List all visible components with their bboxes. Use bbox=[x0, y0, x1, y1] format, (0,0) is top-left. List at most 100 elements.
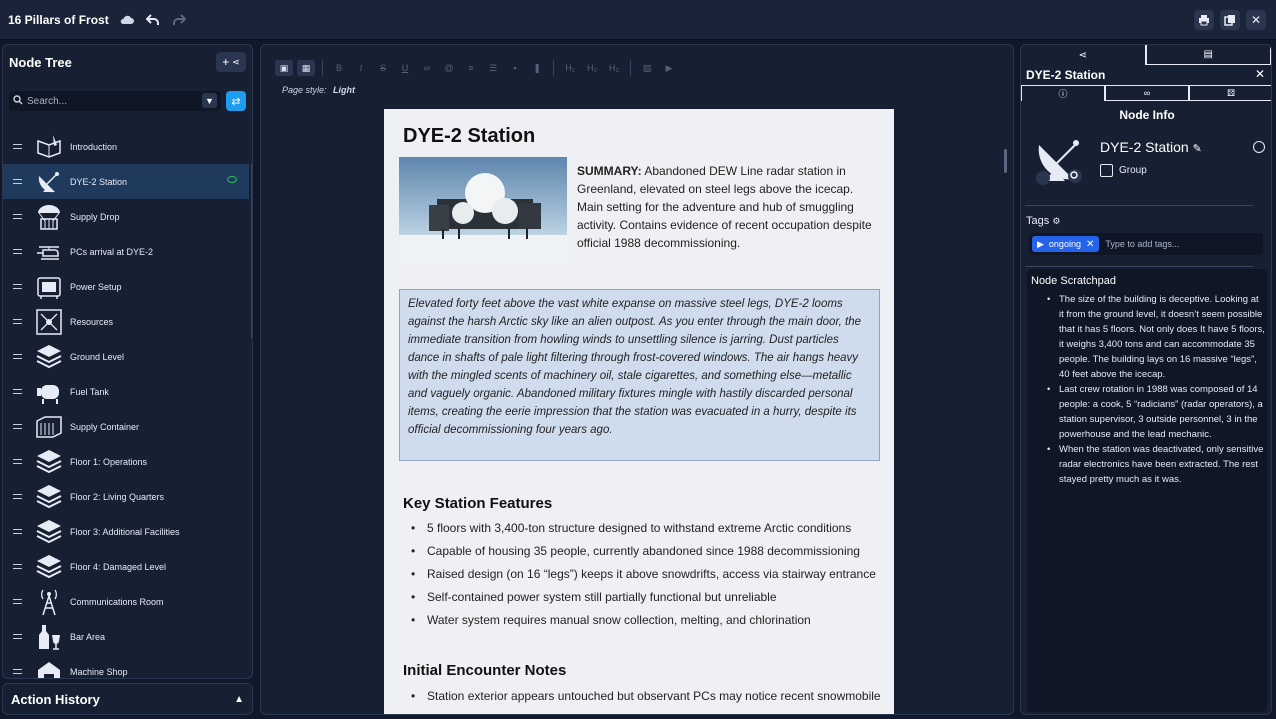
tree-item-dye-2-station[interactable]: DYE-2 Station bbox=[3, 164, 249, 199]
tree-item-supply-drop[interactable]: Supply Drop bbox=[3, 199, 249, 234]
features-list: 5 floors with 3,400-ton structure design… bbox=[409, 517, 876, 632]
image-block-icon[interactable]: ▪ bbox=[506, 60, 524, 76]
link-icon[interactable]: ∞ bbox=[418, 60, 436, 76]
station-photo[interactable] bbox=[399, 157, 567, 262]
tags-input[interactable]: ▶ ongoing ✕ Type to add tags... bbox=[1029, 233, 1263, 255]
bold-icon[interactable]: B bbox=[330, 60, 348, 76]
tree-item-ground-level[interactable]: Ground Level bbox=[3, 339, 249, 374]
drag-handle-icon[interactable] bbox=[13, 669, 22, 674]
tree-item-label: Bar Area bbox=[70, 631, 106, 642]
node-tree-panel: Node Tree + ⋖ Search... ▼ ⇄ Introduction … bbox=[2, 44, 253, 679]
tree-item-fuel-tank[interactable]: Fuel Tank bbox=[3, 374, 249, 409]
cloud-icon[interactable] bbox=[117, 10, 137, 30]
gear-icon[interactable]: ⚙ bbox=[1052, 216, 1060, 226]
tab-assets[interactable]: ⚄ bbox=[1189, 85, 1271, 101]
list-item: Self-contained power system still partia… bbox=[409, 586, 876, 609]
tree-item-floor-4[interactable]: Floor 4: Damaged Level bbox=[3, 549, 249, 584]
tree-item-supply-container[interactable]: Supply Container bbox=[3, 409, 249, 444]
redo-icon[interactable] bbox=[169, 10, 189, 30]
drag-handle-icon[interactable] bbox=[13, 634, 22, 639]
tab-info[interactable]: ⓘ bbox=[1021, 85, 1105, 101]
radar-dish-icon[interactable] bbox=[1031, 131, 1087, 187]
insert-video-icon[interactable]: ▶ bbox=[660, 60, 678, 76]
strikethrough-icon[interactable]: S bbox=[374, 60, 392, 76]
page-style[interactable]: Page style: Light bbox=[282, 85, 355, 95]
document-page[interactable]: DYE-2 Station SUMMARY: Abandoned DEW Lin… bbox=[384, 109, 894, 714]
workshop-icon bbox=[34, 657, 64, 678]
antenna-tower-icon bbox=[34, 587, 64, 617]
tree-item-label: Floor 4: Damaged Level bbox=[70, 561, 167, 572]
tree-item-pcs-arrival[interactable]: PCs arrival at DYE-2 bbox=[3, 234, 249, 269]
drag-handle-icon[interactable] bbox=[13, 354, 22, 359]
tree-scrollbar[interactable] bbox=[251, 163, 252, 339]
pencil-icon[interactable]: ✎ bbox=[1193, 143, 1202, 155]
node-scratchpad[interactable]: Node Scratchpad The size of the building… bbox=[1027, 269, 1267, 712]
tree-item-floor-1[interactable]: Floor 1: Operations bbox=[3, 444, 249, 479]
visibility-eye-icon[interactable] bbox=[227, 176, 237, 183]
book-quill-icon bbox=[34, 132, 64, 162]
node-name[interactable]: DYE-2 Station ✎ bbox=[1100, 139, 1202, 155]
tree-item-floor-3[interactable]: Floor 3: Additional Facilities bbox=[3, 514, 249, 549]
editor-panel: ▣ ▦ B I S U ∞ @ ≡ ☰ ▪ ❚ H₁ H₂ H₃ ▨ ▶ Pag… bbox=[260, 44, 1014, 715]
tree-item-communications-room[interactable]: Communications Room bbox=[3, 584, 249, 619]
italic-icon[interactable]: I bbox=[352, 60, 370, 76]
tag-label: ongoing bbox=[1048, 239, 1081, 249]
generator-icon bbox=[34, 272, 64, 302]
tags-label: Tags ⚙ bbox=[1026, 215, 1060, 227]
drag-handle-icon[interactable] bbox=[13, 389, 22, 394]
heading-1-icon[interactable]: H₁ bbox=[561, 60, 579, 76]
drag-handle-icon[interactable] bbox=[13, 144, 22, 149]
tag-chip[interactable]: ▶ ongoing ✕ bbox=[1032, 236, 1100, 252]
tree-item-label: DYE-2 Station bbox=[70, 176, 128, 187]
tree-item-bar-area[interactable]: Bar Area bbox=[3, 619, 249, 654]
tab-notes[interactable]: ▤ bbox=[1145, 45, 1271, 65]
drag-handle-icon[interactable] bbox=[13, 214, 22, 219]
locate-target-icon[interactable] bbox=[1253, 141, 1265, 153]
filter-icon[interactable]: ▼ bbox=[202, 93, 217, 108]
drag-handle-icon[interactable] bbox=[13, 319, 22, 324]
drag-handle-icon[interactable] bbox=[13, 179, 22, 184]
tree-item-power-setup[interactable]: Power Setup bbox=[3, 269, 249, 304]
action-history-panel[interactable]: Action History ▲ bbox=[2, 683, 253, 715]
tree-item-introduction[interactable]: Introduction bbox=[3, 129, 249, 164]
drag-handle-icon[interactable] bbox=[13, 424, 22, 429]
editor-scrollbar[interactable] bbox=[1004, 149, 1007, 173]
remove-tag-icon[interactable]: ✕ bbox=[1086, 239, 1094, 250]
heading-2-icon[interactable]: H₂ bbox=[583, 60, 601, 76]
app-title: 16 Pillars of Frost bbox=[8, 12, 109, 27]
chevron-up-icon[interactable]: ▲ bbox=[234, 694, 244, 705]
close-icon[interactable]: ✕ bbox=[1255, 67, 1265, 81]
add-node-button[interactable]: + ⋖ bbox=[216, 52, 246, 72]
tree-item-label: Floor 3: Additional Facilities bbox=[70, 526, 180, 537]
drag-handle-icon[interactable] bbox=[13, 459, 22, 464]
numbered-list-icon[interactable]: ☰ bbox=[484, 60, 502, 76]
tree-item-resources[interactable]: Resources bbox=[3, 304, 249, 339]
layout-mode-icon[interactable]: ▦ bbox=[297, 60, 315, 76]
tree-item-floor-2[interactable]: Floor 2: Living Quarters bbox=[3, 479, 249, 514]
tree-item-machine-shop[interactable]: Machine Shop bbox=[3, 654, 249, 678]
drag-handle-icon[interactable] bbox=[13, 564, 22, 569]
features-heading: Key Station Features bbox=[403, 495, 553, 512]
heading-3-icon[interactable]: H₃ bbox=[605, 60, 623, 76]
mention-icon[interactable]: @ bbox=[440, 60, 458, 76]
drag-handle-icon[interactable] bbox=[13, 494, 22, 499]
sort-toggle-button[interactable]: ⇄ bbox=[226, 91, 246, 111]
undo-icon[interactable] bbox=[143, 10, 163, 30]
node-type[interactable]: Group bbox=[1100, 164, 1147, 177]
insert-image-icon[interactable]: ▨ bbox=[638, 60, 656, 76]
tab-links[interactable]: ∞ bbox=[1105, 85, 1189, 101]
page-mode-icon[interactable]: ▣ bbox=[275, 60, 293, 76]
parachute-crate-icon bbox=[34, 202, 64, 232]
copy-icon[interactable] bbox=[1220, 10, 1240, 30]
quote-block-icon[interactable]: ❚ bbox=[528, 60, 546, 76]
drag-handle-icon[interactable] bbox=[13, 599, 22, 604]
underline-icon[interactable]: U bbox=[396, 60, 414, 76]
tab-node-graph[interactable]: ⋖ bbox=[1021, 45, 1146, 65]
drag-handle-icon[interactable] bbox=[13, 249, 22, 254]
bullet-list-icon[interactable]: ≡ bbox=[462, 60, 480, 76]
search-input[interactable]: Search... ▼ bbox=[9, 91, 221, 111]
drag-handle-icon[interactable] bbox=[13, 284, 22, 289]
drag-handle-icon[interactable] bbox=[13, 529, 22, 534]
print-icon[interactable] bbox=[1194, 10, 1214, 30]
close-icon[interactable]: ✕ bbox=[1246, 10, 1266, 30]
